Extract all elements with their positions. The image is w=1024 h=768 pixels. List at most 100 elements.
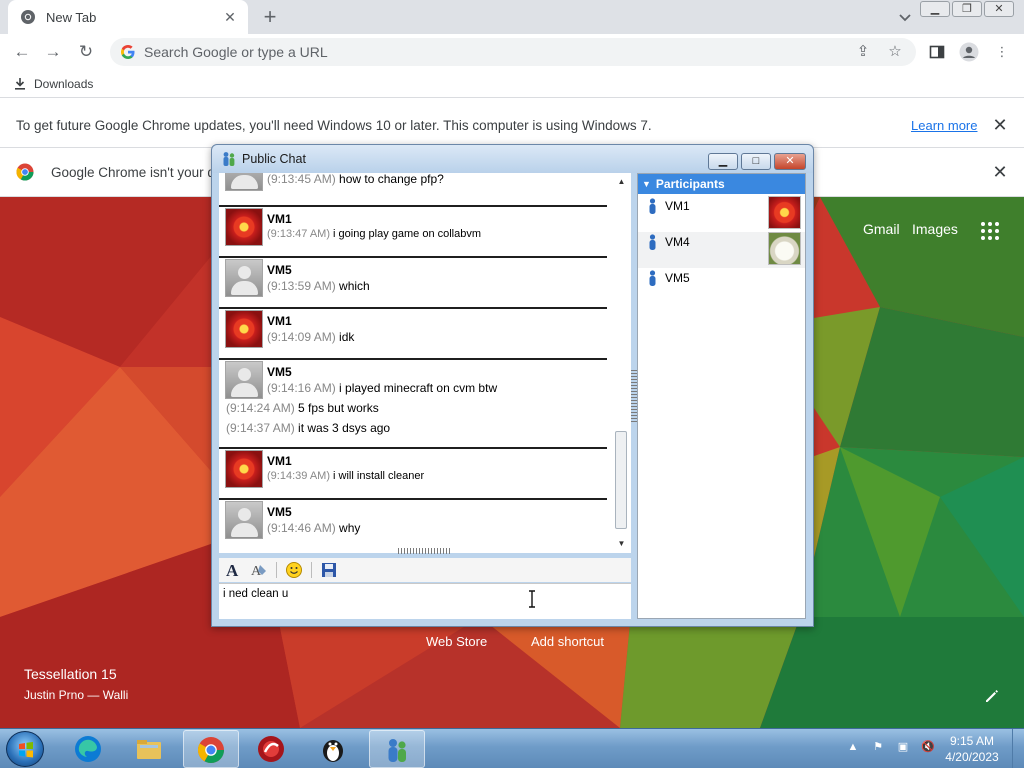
scroll-up-icon[interactable]: ▲ (617, 177, 626, 186)
bookmark-label: Downloads (34, 76, 94, 91)
update-infobar: To get future Google Chrome updates, you… (0, 103, 1024, 148)
browser-toolbar: ← → ↻ ⇪ ☆ ⋮ (0, 34, 1024, 70)
font-color-icon[interactable]: A (250, 561, 268, 579)
show-desktop-button[interactable] (1012, 729, 1024, 768)
chat-window-title: Public Chat (242, 152, 306, 166)
message-history[interactable]: (9:13:45 AM) how to change pfp? VM1 (9:1… (219, 173, 631, 553)
tab-search-icon[interactable] (895, 7, 915, 27)
download-icon (15, 78, 25, 90)
action-center-flag-icon[interactable]: ⚑ (870, 739, 886, 755)
update-infobar-text: To get future Google Chrome updates, you… (16, 117, 652, 133)
taskbar-cleaner-button[interactable] (244, 730, 300, 768)
sender-name: VM5 (267, 505, 292, 519)
start-button[interactable] (6, 731, 44, 767)
public-chat-window: Public Chat ▁ □ ✕ (9:13:45 AM) how to ch… (211, 144, 814, 627)
omnibox-input[interactable] (144, 44, 852, 60)
tab-title: New Tab (46, 9, 97, 25)
chrome-icon (197, 737, 225, 764)
toolbar-divider (276, 562, 277, 578)
emoticon-icon[interactable] (285, 561, 303, 579)
avatar (225, 173, 263, 191)
back-icon[interactable]: ← (10, 40, 34, 64)
taskbar-edge-button[interactable] (61, 730, 117, 768)
close-window-button[interactable]: ✕ (984, 1, 1014, 17)
images-link[interactable]: Images (912, 221, 958, 237)
volume-muted-icon[interactable]: 🔇 (920, 739, 936, 755)
chat-titlebar[interactable]: Public Chat ▁ □ ✕ (212, 145, 813, 173)
infobar-close-icon[interactable]: ✕ (990, 162, 1010, 182)
participant-avatar (768, 232, 801, 265)
shortcut-add-shortcut[interactable]: Add shortcut (531, 634, 604, 649)
taskbar-messenger-button[interactable] (369, 730, 425, 768)
scroll-down-icon[interactable]: ▼ (617, 539, 626, 548)
taskbar-explorer-button[interactable] (122, 730, 178, 768)
minimize-button[interactable]: ▁ (920, 1, 950, 17)
chat-close-button[interactable]: ✕ (774, 153, 806, 170)
message-scrollbar[interactable]: ▲ ▼ (613, 173, 630, 553)
reload-icon[interactable]: ↻ (74, 40, 98, 64)
font-icon[interactable]: A (224, 561, 242, 579)
participant-row[interactable]: VM1 (638, 196, 805, 232)
taskbar-clock[interactable]: 9:15 AM 4/20/2023 (944, 733, 1000, 765)
format-toolbar: A A (219, 558, 631, 582)
penguin-icon (323, 740, 343, 762)
new-tab-button[interactable]: + (258, 5, 282, 29)
chat-message: VM5 (9:14:16 AM) i played minecraft on c… (219, 358, 607, 446)
chat-minimize-button[interactable]: ▁ (708, 153, 738, 170)
restore-button[interactable]: ❐ (952, 1, 982, 17)
message-line: (9:13:47 AM) i going play game on collab… (267, 228, 482, 240)
participants-header[interactable]: ▼ Participants (638, 174, 805, 194)
message-line: (9:14:39 AM) i will install cleaner (267, 470, 425, 482)
bookmark-downloads[interactable]: Downloads (14, 77, 93, 91)
chat-message: VM1 (9:14:39 AM) i will install cleaner (219, 447, 607, 497)
tab-new-tab[interactable]: New Tab ✕ (8, 0, 248, 34)
omnibox[interactable]: ⇪ ☆ (110, 38, 916, 66)
sender-name: VM5 (267, 365, 292, 379)
participant-avatar (768, 196, 801, 229)
customize-pencil-icon[interactable] (982, 686, 1002, 706)
avatar (225, 310, 263, 348)
learn-more-link[interactable]: Learn more (911, 118, 977, 133)
forward-icon[interactable]: → (41, 40, 65, 64)
background-title[interactable]: Tessellation 15 (24, 666, 117, 682)
folder-icon (137, 740, 161, 759)
chat-message: VM5 (9:14:46 AM) why (219, 498, 607, 548)
chat-message: (9:13:45 AM) how to change pfp? (219, 173, 607, 193)
participant-row[interactable]: VM4 (638, 232, 805, 268)
taskbar-chrome-button[interactable] (183, 730, 239, 768)
bookmarks-bar: Downloads (0, 70, 1024, 98)
shortcut-web-store[interactable]: Web Store (426, 634, 487, 649)
message-input-splitter[interactable] (398, 548, 452, 554)
participant-row[interactable]: VM5 (638, 268, 805, 304)
bookmark-star-icon[interactable]: ☆ (884, 41, 906, 63)
message-line: (9:14:37 AM) it was 3 dsys ago (226, 421, 391, 435)
scrollbar-thumb[interactable] (615, 431, 627, 529)
background-credit[interactable]: Justin Prno — Walli (24, 688, 128, 702)
user-icon (649, 234, 656, 250)
clock-time: 9:15 AM (949, 734, 995, 748)
tab-close-icon[interactable]: ✕ (222, 9, 238, 25)
side-panel-icon[interactable] (925, 40, 949, 64)
profile-avatar-icon[interactable] (957, 40, 981, 64)
collapse-triangle-icon: ▼ (642, 179, 651, 189)
chat-message: VM5 (9:13:59 AM) which (219, 256, 607, 306)
participant-name: VM4 (665, 235, 690, 249)
infobar-close-icon[interactable]: ✕ (990, 115, 1010, 135)
toolbar-divider (311, 562, 312, 578)
message-input[interactable]: i ned clean u (219, 583, 631, 619)
chat-maximize-button[interactable]: □ (741, 153, 771, 170)
show-hidden-icons-icon[interactable]: ▲ (845, 739, 861, 755)
menu-kebab-icon[interactable]: ⋮ (990, 40, 1014, 64)
participants-panel: ▼ Participants VM1 VM4 VM5 (637, 173, 806, 619)
tab-strip: New Tab ✕ + ▁ ❐ ✕ (0, 0, 1024, 34)
message-line: (9:13:45 AM) how to change pfp? (267, 173, 444, 186)
share-icon[interactable]: ⇪ (852, 41, 874, 63)
taskbar-penguin-app-button[interactable] (306, 730, 362, 768)
network-icon[interactable]: ▣ (895, 739, 911, 755)
chrome-icon (21, 10, 35, 24)
save-icon[interactable] (320, 561, 338, 579)
google-apps-icon[interactable] (980, 221, 1000, 241)
messenger-people-icon (388, 739, 406, 762)
gmail-link[interactable]: Gmail (863, 221, 900, 237)
message-line: (9:14:24 AM) 5 fps but works (226, 401, 379, 415)
